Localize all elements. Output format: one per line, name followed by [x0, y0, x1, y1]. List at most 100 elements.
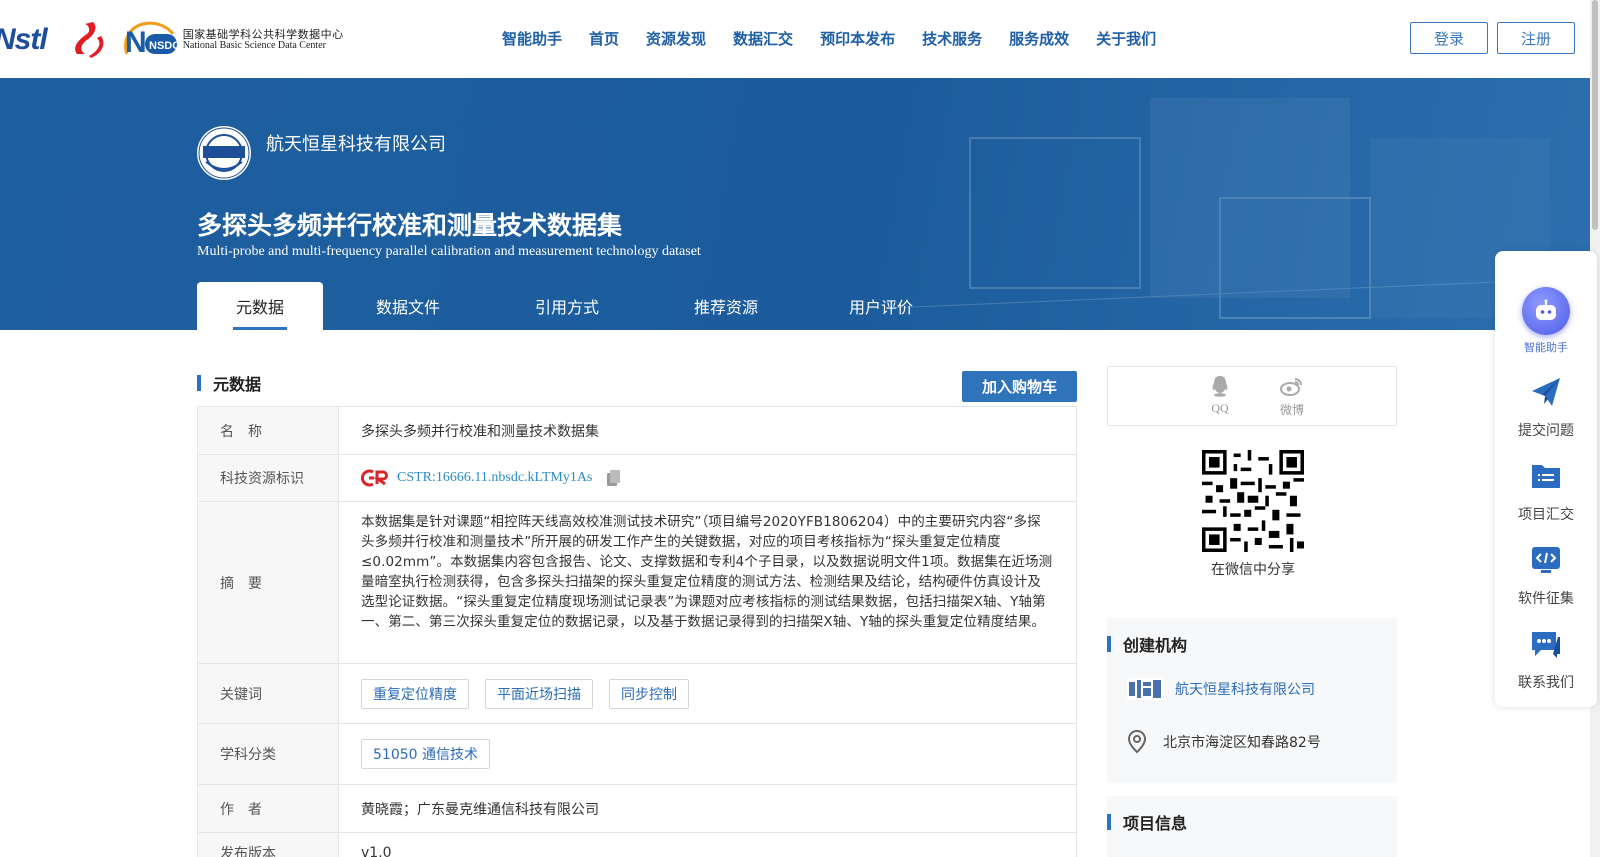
keyword-tag[interactable]: 同步控制	[609, 678, 689, 709]
paper-plane-icon	[1532, 378, 1560, 406]
row-key: 作 者	[198, 785, 339, 832]
nav-data-submission[interactable]: 数据汇交	[733, 28, 793, 49]
add-to-cart-button[interactable]: 加入购物车	[962, 371, 1077, 402]
weibo-icon	[1280, 378, 1302, 396]
dataset-tabs: 元数据 数据文件 引用方式 推荐资源 用户评价	[197, 282, 951, 330]
float-smart-assistant[interactable]: 智能助手	[1495, 287, 1597, 355]
table-row-name: 名 称 多探头多频并行校准和测量技术数据集	[198, 407, 1076, 455]
row-value: 51050 通信技术	[339, 724, 1076, 784]
keyword-tag[interactable]: 重复定位精度	[361, 678, 469, 709]
org-logo[interactable]	[197, 126, 251, 180]
copy-icon[interactable]	[606, 469, 622, 487]
row-value: 本数据集是针对课题“相控阵天线高效校准测试技术研究”（项目编号2020YFB18…	[361, 514, 1053, 630]
project-heading: 项目信息	[1107, 810, 1187, 834]
heading-accent-bar	[1107, 814, 1111, 830]
address-text: 北京市海淀区知春路82号	[1163, 735, 1321, 751]
cstr-link[interactable]: CSTR:16666.11.nbsdc.kLTMy1As	[361, 469, 622, 487]
nsdc-name-en: National Basic Science Data Center	[182, 39, 326, 51]
nav-preprint[interactable]: 预印本发布	[820, 28, 895, 49]
register-button[interactable]: 注册	[1497, 22, 1575, 54]
float-label: 软件征集	[1518, 591, 1574, 607]
wechat-qr-code	[1202, 450, 1304, 552]
main-nav: 智能助手 首页 资源发现 数据汇交 预印本发布 技术服务 服务成效 关于我们	[502, 28, 1183, 49]
svg-text:NSDC: NSDC	[149, 40, 180, 52]
scrollbar-thumb[interactable]	[1592, 0, 1598, 230]
nsdc-logo[interactable]: N NSDC 国家基础学科公共科学数据中心 National Basic Sci…	[121, 20, 344, 60]
nav-home[interactable]: 首页	[589, 28, 619, 49]
cstr-logo-icon	[361, 469, 388, 487]
dataset-banner: 航天恒星科技有限公司 多探头多频并行校准和测量技术数据集 Multi-probe…	[0, 78, 1590, 330]
row-key: 学科分类	[198, 724, 339, 784]
svg-text:N: N	[125, 26, 147, 59]
creator-address: 北京市海淀区知春路82号	[1127, 730, 1321, 754]
table-row-cstr: 科技资源标识 CSTR:16666.11.nbsdc.kLTMy1As	[198, 455, 1076, 502]
dataset-title-cn: 多探头多频并行校准和测量技术数据集	[197, 211, 623, 240]
floating-toolbar: 智能助手 提交问题 项目汇交 软件征集 联系我们	[1495, 251, 1597, 707]
creator-org-name[interactable]: 航天恒星科技有限公司	[1175, 679, 1315, 699]
nav-tech-service[interactable]: 技术服务	[922, 28, 982, 49]
org-name[interactable]: 航天恒星科技有限公司	[266, 130, 446, 156]
folder-list-icon	[1532, 465, 1560, 488]
row-key: 发布版本	[198, 833, 339, 857]
qq-icon	[1212, 376, 1228, 397]
creator-org-link[interactable]: 航天恒星科技有限公司	[1125, 674, 1315, 704]
tab-citation[interactable]: 引用方式	[493, 282, 641, 330]
metadata-table: 名 称 多探头多频并行校准和测量技术数据集 科技资源标识 CSTR:16666.…	[197, 406, 1077, 857]
share-qq[interactable]: QQ	[1200, 375, 1240, 416]
top-header: Nstl N NSDC 国家基础学科公共科学数据中心 National Basi…	[0, 0, 1590, 78]
float-label: 提交问题	[1518, 423, 1574, 439]
nav-smart-assistant[interactable]: 智能助手	[502, 28, 562, 49]
share-box: QQ 微博	[1107, 366, 1397, 426]
float-project-submission[interactable]: 项目汇交	[1495, 459, 1597, 524]
share-weibo[interactable]: 微博	[1272, 375, 1312, 418]
project-heading-text: 项目信息	[1123, 814, 1188, 833]
creator-panel: 创建机构 航天恒星科技有限公司 北京市海淀区知春路82号	[1107, 618, 1397, 783]
login-button[interactable]: 登录	[1410, 22, 1488, 54]
float-label: 智能助手	[1524, 341, 1568, 354]
wechat-share-label: 在微信中分享	[1211, 562, 1295, 578]
row-key: 名 称	[198, 407, 339, 454]
weibo-label: 微博	[1279, 403, 1304, 417]
cstr-value[interactable]: CSTR:16666.11.nbsdc.kLTMy1As	[397, 470, 592, 486]
creator-heading-text: 创建机构	[1123, 636, 1188, 655]
project-panel: 项目信息	[1107, 796, 1397, 857]
heading-accent-bar	[1107, 636, 1111, 652]
row-key: 关键词	[198, 664, 339, 723]
nav-service-results[interactable]: 服务成效	[1009, 28, 1069, 49]
float-submit-question[interactable]: 提交问题	[1495, 375, 1597, 440]
table-row-author: 作 者 黄晓霞；广东曼克维通信科技有限公司	[198, 785, 1076, 833]
float-contact-us[interactable]: 联系我们	[1495, 627, 1597, 692]
float-software-collection[interactable]: 软件征集	[1495, 543, 1597, 608]
table-row-keywords: 关键词 重复定位精度 平面近场扫描 同步控制	[198, 664, 1076, 724]
row-key: 摘 要	[198, 502, 339, 663]
tab-data-files[interactable]: 数据文件	[323, 282, 493, 330]
nav-about[interactable]: 关于我们	[1096, 28, 1156, 49]
subject-tag[interactable]: 51050 通信技术	[361, 739, 490, 769]
float-label: 联系我们	[1518, 675, 1574, 691]
keyword-tag[interactable]: 平面近场扫描	[485, 678, 593, 709]
row-value: 重复定位精度 平面近场扫描 同步控制	[339, 664, 1076, 723]
cas-logo-icon[interactable]	[67, 20, 107, 60]
nsdc-mark-icon: N NSDC	[121, 20, 181, 60]
chat-bubble-icon	[1532, 632, 1560, 658]
location-pin-icon	[1127, 730, 1147, 754]
dataset-title-en: Multi-probe and multi-frequency parallel…	[197, 244, 701, 259]
metadata-heading-text: 元数据	[213, 375, 262, 394]
row-value: 黄晓霞；广东曼克维通信科技有限公司	[361, 801, 599, 818]
nstl-logo[interactable]: Nstl	[0, 23, 48, 57]
row-key: 科技资源标识	[198, 455, 339, 501]
float-label: 项目汇交	[1518, 507, 1574, 523]
table-row-abstract: 摘 要 本数据集是针对课题“相控阵天线高效校准测试技术研究”（项目编号2020Y…	[198, 502, 1076, 664]
qq-label: QQ	[1211, 401, 1229, 415]
tab-recommended[interactable]: 推荐资源	[641, 282, 811, 330]
code-window-icon	[1532, 547, 1560, 573]
row-value: CSTR:16666.11.nbsdc.kLTMy1As	[339, 455, 1076, 501]
nsdc-name-cn: 国家基础学科公共科学数据中心	[182, 27, 344, 41]
creator-org-logo	[1127, 678, 1163, 700]
row-value: 多探头多频并行校准和测量技术数据集	[361, 423, 599, 440]
tab-metadata[interactable]: 元数据	[197, 282, 323, 330]
tab-user-reviews[interactable]: 用户评价	[811, 282, 951, 330]
nav-resource-discovery[interactable]: 资源发现	[646, 28, 706, 49]
banner-decoration	[890, 98, 1590, 319]
metadata-heading: 元数据	[197, 371, 261, 395]
